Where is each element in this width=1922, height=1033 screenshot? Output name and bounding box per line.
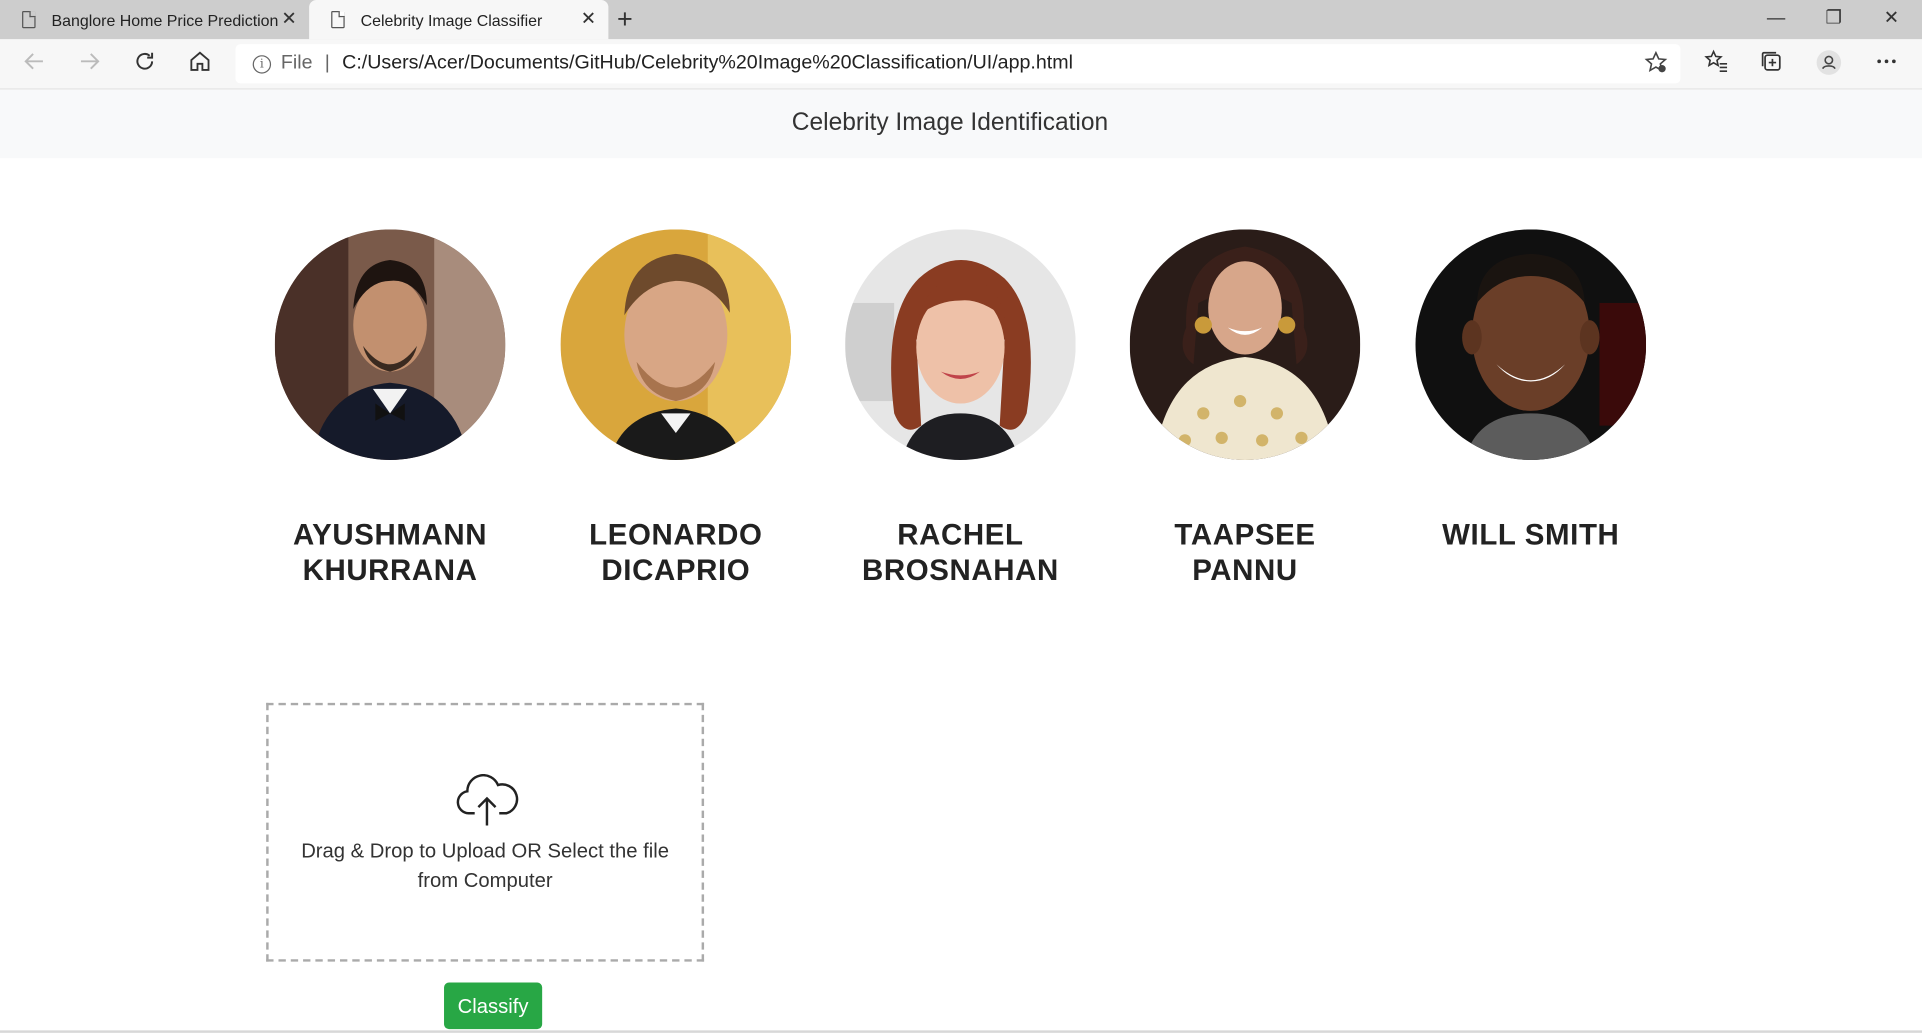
info-icon[interactable]: i bbox=[252, 54, 272, 73]
back-arrow-icon[interactable] bbox=[20, 49, 49, 78]
add-favorite-icon[interactable] bbox=[1644, 50, 1669, 81]
celebrity-card: AYUSHMANN KHURRANA bbox=[274, 229, 506, 588]
celebrity-card: RACHEL BROSNAHAN bbox=[845, 229, 1076, 588]
page-icon bbox=[22, 11, 36, 29]
page-title: Celebrity Image Identification bbox=[791, 109, 1109, 137]
celebrity-photo-rachel bbox=[845, 229, 1076, 460]
forward-arrow-icon[interactable] bbox=[75, 49, 104, 78]
cloud-upload-icon bbox=[454, 773, 520, 834]
celebrity-name: LEONARDO DICAPRIO bbox=[589, 518, 763, 588]
dropzone-instructions: Drag & Drop to Upload OR Select the file… bbox=[301, 840, 670, 892]
window-close-button[interactable]: ✕ bbox=[1863, 0, 1919, 39]
celebrity-photo-will-smith bbox=[1415, 229, 1647, 460]
more-options-icon[interactable] bbox=[1872, 49, 1901, 78]
celebrity-name: WILL SMITH bbox=[1442, 518, 1620, 552]
celebrity-name: TAAPSEE PANNU bbox=[1174, 518, 1316, 588]
browser-window: Banglore Home Price Prediction ✕ Celebri… bbox=[0, 0, 1922, 1033]
celebrity-card: TAAPSEE PANNU bbox=[1129, 229, 1361, 588]
tab-celebrity-image-classifier[interactable]: Celebrity Image Classifier ✕ bbox=[309, 0, 609, 40]
celebrity-card: WILL SMITH bbox=[1415, 229, 1647, 553]
celebrity-card: LEONARDO DICAPRIO bbox=[560, 229, 792, 588]
classify-button[interactable]: Classify bbox=[444, 982, 543, 1030]
url-text[interactable]: C:/Users/Acer/Documents/GitHub/Celebrity… bbox=[342, 53, 1073, 75]
file-dropzone[interactable]: Drag & Drop to Upload OR Select the file… bbox=[266, 702, 705, 962]
celebrity-photo-ayushmann bbox=[274, 229, 506, 460]
tab-bar: Banglore Home Price Prediction ✕ Celebri… bbox=[0, 0, 1922, 40]
celebrity-name: RACHEL BROSNAHAN bbox=[861, 518, 1059, 588]
tab-label: Banglore Home Price Prediction bbox=[51, 10, 279, 29]
favorites-icon[interactable] bbox=[1701, 49, 1730, 78]
scheme-label: File bbox=[280, 52, 313, 74]
navigation-bar: i File | C:/Users/Acer/Documents/GitHub/… bbox=[0, 39, 1922, 90]
celebrity-name: AYUSHMANN KHURRANA bbox=[292, 518, 488, 588]
minimize-button[interactable]: — bbox=[1748, 0, 1804, 39]
collections-icon[interactable] bbox=[1756, 49, 1785, 78]
tab-label: Celebrity Image Classifier bbox=[360, 10, 543, 29]
celebrity-photo-leonardo bbox=[560, 229, 792, 460]
restore-button[interactable]: ❐ bbox=[1806, 0, 1862, 39]
close-tab-icon[interactable]: ✕ bbox=[281, 9, 296, 30]
home-icon[interactable] bbox=[185, 49, 214, 78]
celebrity-photo-taapsee bbox=[1129, 229, 1361, 460]
tab-banglore-home-price[interactable]: Banglore Home Price Prediction ✕ bbox=[0, 0, 309, 39]
profile-icon[interactable] bbox=[1814, 49, 1843, 78]
new-tab-button[interactable]: + bbox=[617, 2, 633, 36]
page-header: Celebrity Image Identification bbox=[0, 89, 1922, 159]
page-icon bbox=[331, 11, 345, 29]
address-separator: | bbox=[324, 52, 330, 74]
refresh-icon[interactable] bbox=[130, 49, 159, 78]
address-bar[interactable]: i File | C:/Users/Acer/Documents/GitHub/… bbox=[235, 44, 1681, 84]
close-tab-icon[interactable]: ✕ bbox=[581, 9, 596, 30]
